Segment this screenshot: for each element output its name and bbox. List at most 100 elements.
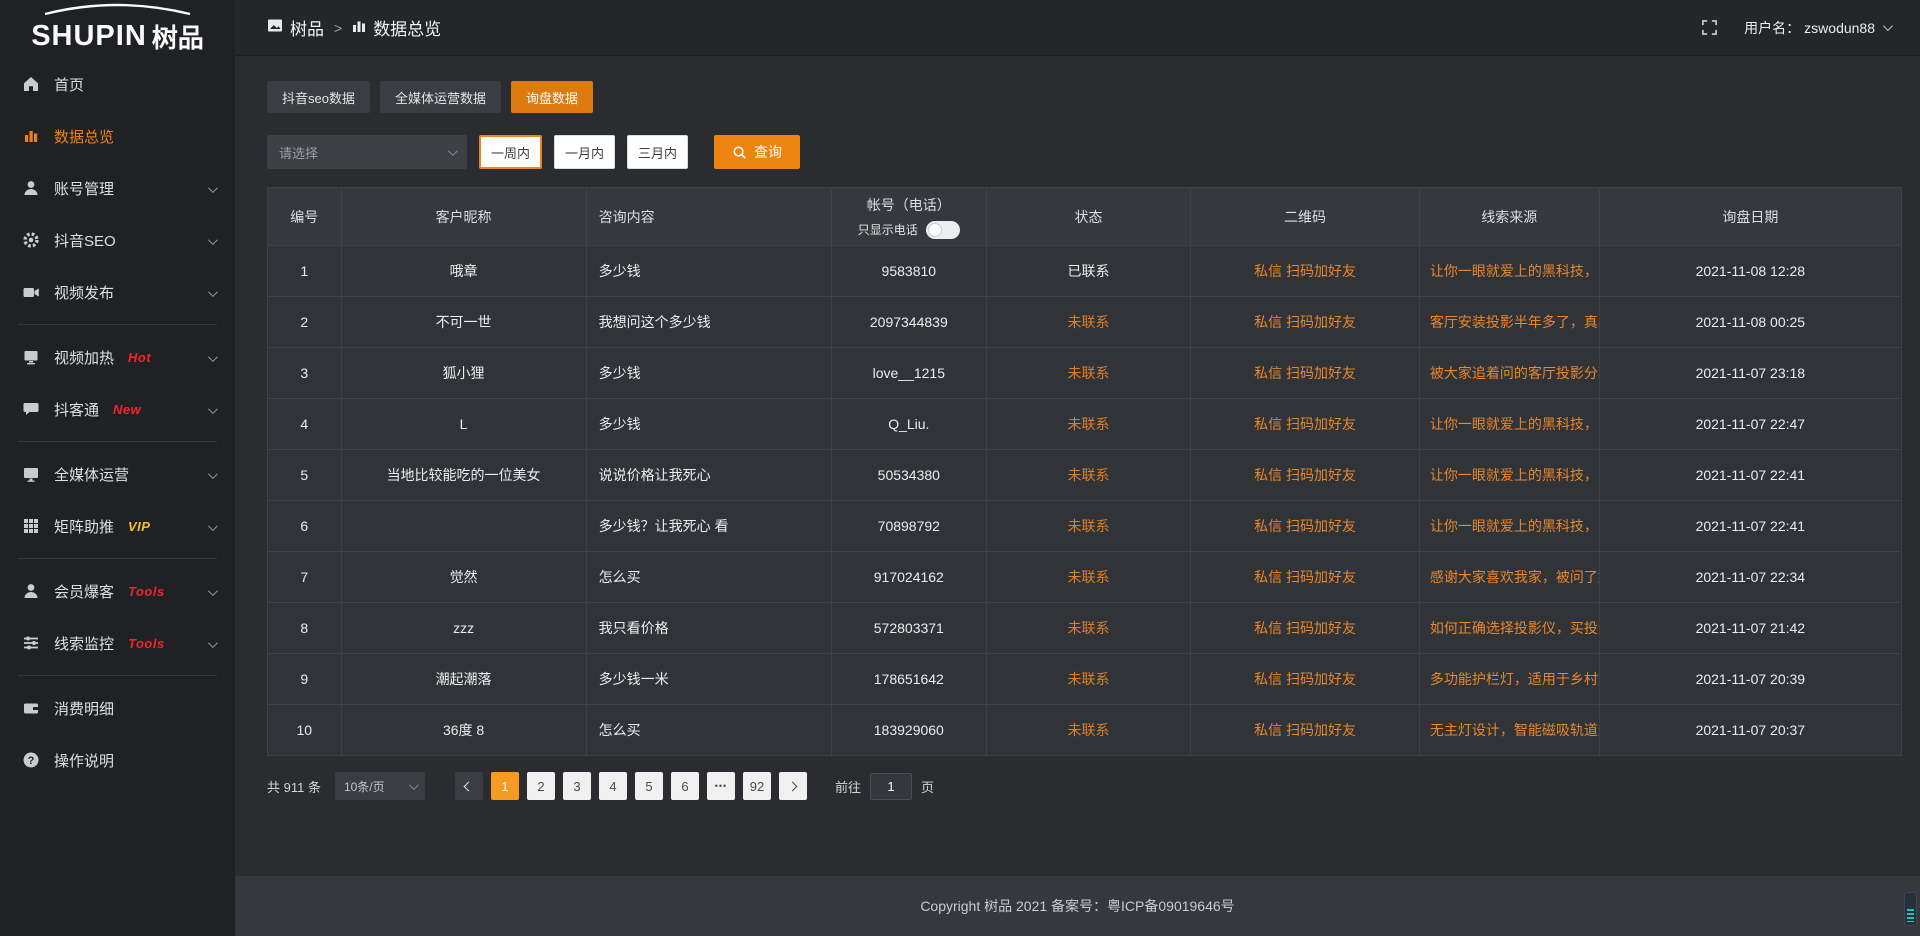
sidebar-item-label: 全媒体运营 xyxy=(54,464,129,485)
period-one-week-button[interactable]: 一周内 xyxy=(479,135,542,169)
next-page-button[interactable] xyxy=(779,772,807,800)
sidebar-item-matrix-boost[interactable]: 矩阵助推 VIP xyxy=(0,500,235,552)
period-one-month-button[interactable]: 一月内 xyxy=(554,135,615,169)
chevron-down-icon xyxy=(208,284,215,301)
table-row: 3狐小狸多少钱love__1215未联系私信 扫码加好友被大家追着问的客厅投影分… xyxy=(268,348,1902,399)
sidebar-item-video-heat[interactable]: 视频加热 Hot xyxy=(0,331,235,383)
qr-links[interactable]: 私信 扫码加好友 xyxy=(1254,620,1356,636)
logo-text-en: SHUPIN xyxy=(31,22,147,51)
source-link[interactable]: 如何正确选择投影仪，买投影... xyxy=(1430,620,1599,636)
source-link[interactable]: 让你一眼就爱上的黑科技，能... xyxy=(1430,467,1599,483)
qr-links[interactable]: 私信 扫码加好友 xyxy=(1254,569,1356,585)
chevron-down-icon xyxy=(208,635,215,652)
search-icon xyxy=(732,145,747,160)
sidebar-item-omnimedia-operation[interactable]: 全媒体运营 xyxy=(0,448,235,500)
sidebar-item-label: 线索监控 xyxy=(54,633,114,654)
sidebar-item-data-overview[interactable]: 数据总览 xyxy=(0,110,235,162)
status-badge: 未联系 xyxy=(986,654,1190,705)
goto-unit: 页 xyxy=(921,777,934,796)
chevron-down-icon xyxy=(1883,21,1893,31)
floating-widget[interactable] xyxy=(1904,892,1917,926)
status-badge: 未联系 xyxy=(986,705,1190,756)
sidebar-item-label: 账号管理 xyxy=(54,178,114,199)
header-qrcode: 二维码 xyxy=(1191,188,1420,246)
qr-links[interactable]: 私信 扫码加好友 xyxy=(1254,671,1356,687)
phone-only-toggle[interactable] xyxy=(926,221,960,239)
chat-bubble-icon xyxy=(22,400,40,418)
source-link[interactable]: 让你一眼就爱上的黑科技，能... xyxy=(1430,263,1599,279)
qr-links[interactable]: 私信 扫码加好友 xyxy=(1254,314,1356,330)
sidebar-item-lead-monitor[interactable]: 线索监控 Tools xyxy=(0,617,235,669)
sidebar-item-douketong[interactable]: 抖客通 New xyxy=(0,383,235,435)
prev-page-button[interactable] xyxy=(455,772,483,800)
sidebar-item-member-baoke[interactable]: 会员爆客 Tools xyxy=(0,565,235,617)
new-badge: New xyxy=(113,402,141,417)
table-row: 8zzz我只看价格572803371未联系私信 扫码加好友如何正确选择投影仪，买… xyxy=(268,603,1902,654)
source-link[interactable]: 让你一眼就爱上的黑科技，能... xyxy=(1430,416,1599,432)
page-button-2[interactable]: 2 xyxy=(527,772,555,800)
monitor-icon xyxy=(22,465,40,483)
inquiry-table: 编号 客户昵称 咨询内容 帐号（电话） 只显示电话 状态 二维码 线索来源 询盘… xyxy=(267,187,1902,756)
table-row: 1哦章多少钱9583810已联系私信 扫码加好友让你一眼就爱上的黑科技，能...… xyxy=(268,246,1902,297)
qr-links[interactable]: 私信 扫码加好友 xyxy=(1254,467,1356,483)
table-row: 9潮起潮落多少钱一米178651642未联系私信 扫码加好友多功能护栏灯，适用于… xyxy=(268,654,1902,705)
qr-links[interactable]: 私信 扫码加好友 xyxy=(1254,518,1356,534)
filter-bar: 请选择 一周内 一月内 三月内 查询 xyxy=(267,135,1902,169)
sidebar: SHUPIN 树品 首页 数据总览 账号管理 抖音SEO 视频发布 视频加热 H… xyxy=(0,0,235,936)
source-link[interactable]: 客厅安装投影半年多了，真实... xyxy=(1430,314,1599,330)
user-menu[interactable]: 用户名：zswodun88 xyxy=(1744,18,1890,38)
account-select[interactable]: 请选择 xyxy=(267,135,467,169)
footer: Copyright 树品 2021 备案号：粤ICP备09019646号 xyxy=(235,876,1920,936)
sidebar-item-account-management[interactable]: 账号管理 xyxy=(0,162,235,214)
chevron-left-icon xyxy=(464,781,474,791)
page-button-92[interactable]: 92 xyxy=(743,772,771,800)
floating-widget-stripes xyxy=(1907,909,1914,922)
wallet-icon xyxy=(22,699,40,717)
sidebar-item-home[interactable]: 首页 xyxy=(0,58,235,110)
page-ellipsis-button[interactable]: ••• xyxy=(707,772,735,800)
qr-links[interactable]: 私信 扫码加好友 xyxy=(1254,263,1356,279)
page-button-5[interactable]: 5 xyxy=(635,772,663,800)
goto-page-input[interactable] xyxy=(870,773,912,800)
sidebar-item-douyin-seo[interactable]: 抖音SEO xyxy=(0,214,235,266)
qr-links[interactable]: 私信 扫码加好友 xyxy=(1254,416,1356,432)
sidebar-item-video-publish[interactable]: 视频发布 xyxy=(0,266,235,318)
source-link[interactable]: 无主灯设计，智能磁吸轨道灯... xyxy=(1430,722,1599,738)
source-link[interactable]: 多功能护栏灯，适用于乡村文... xyxy=(1430,671,1599,687)
source-link[interactable]: 让你一眼就爱上的黑科技，能... xyxy=(1430,518,1599,534)
question-circle-icon: ? xyxy=(22,751,40,769)
fullscreen-icon[interactable] xyxy=(1701,19,1718,36)
sidebar-divider xyxy=(18,324,217,325)
app-logo[interactable]: SHUPIN 树品 xyxy=(0,0,235,58)
chevron-down-icon xyxy=(208,518,215,535)
page-button-4[interactable]: 4 xyxy=(599,772,627,800)
main-content: 抖音seo数据 全媒体运营数据 询盘数据 请选择 一周内 一月内 三月内 查询 … xyxy=(235,57,1920,876)
source-link[interactable]: 感谢大家喜欢我家，被问了好... xyxy=(1430,569,1599,585)
logo-arc-icon xyxy=(20,3,215,15)
source-link[interactable]: 被大家追着问的客厅投影分享... xyxy=(1430,365,1599,381)
grid-icon xyxy=(22,517,40,535)
query-button[interactable]: 查询 xyxy=(714,135,800,169)
chevron-down-icon xyxy=(208,466,215,483)
table-header-row: 编号 客户昵称 咨询内容 帐号（电话） 只显示电话 状态 二维码 线索来源 询盘… xyxy=(268,188,1902,246)
page-button-1[interactable]: 1 xyxy=(491,772,519,800)
breadcrumb-home[interactable]: 树品 xyxy=(267,15,324,40)
sidebar-item-label: 视频发布 xyxy=(54,282,114,303)
user-area: 用户名：zswodun88 xyxy=(1701,18,1890,38)
tab-inquiry-data[interactable]: 询盘数据 xyxy=(511,81,593,113)
tab-douyin-seo-data[interactable]: 抖音seo数据 xyxy=(267,81,370,113)
breadcrumb-current-page[interactable]: 数据总览 xyxy=(352,15,441,40)
page-size-select[interactable]: 10条/页 xyxy=(335,772,425,800)
page-button-3[interactable]: 3 xyxy=(563,772,591,800)
bar-chart-icon xyxy=(22,127,40,145)
qr-links[interactable]: 私信 扫码加好友 xyxy=(1254,722,1356,738)
sidebar-item-consumption-detail[interactable]: 消费明细 xyxy=(0,682,235,734)
sidebar-item-label: 抖音SEO xyxy=(54,230,116,251)
tab-omnimedia-data[interactable]: 全媒体运营数据 xyxy=(380,81,501,113)
page-button-6[interactable]: 6 xyxy=(671,772,699,800)
sidebar-item-instructions[interactable]: ? 操作说明 xyxy=(0,734,235,786)
qr-links[interactable]: 私信 扫码加好友 xyxy=(1254,365,1356,381)
username-label: 用户名： xyxy=(1744,18,1800,38)
total-count: 共 911 条 xyxy=(267,777,321,796)
period-three-months-button[interactable]: 三月内 xyxy=(627,135,688,169)
